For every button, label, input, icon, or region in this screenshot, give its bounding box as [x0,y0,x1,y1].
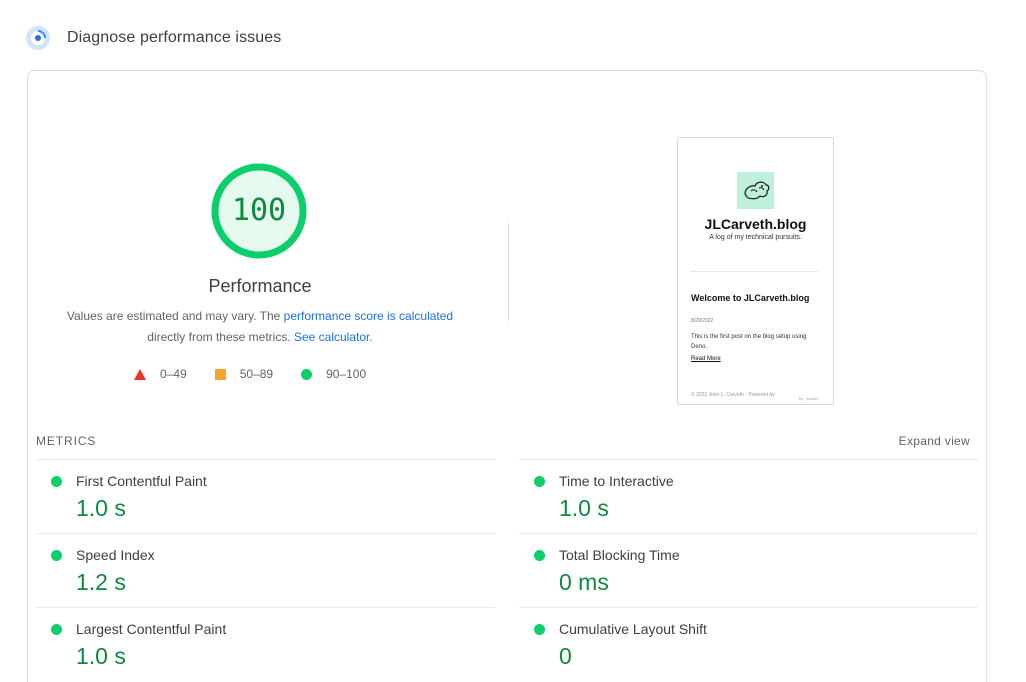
screenshot-footer-right: fly · sunum [799,396,819,401]
page-screenshot[interactable]: JLCarveth.blog A log of my technical pur… [677,137,834,405]
metric-total-blocking-time: Total Blocking Time 0 ms [519,533,978,607]
pass-circle-icon [534,476,545,487]
metric-value: 0 ms [559,569,609,595]
site-logo-icon [737,172,774,209]
score-description: Values are estimated and may vary. The p… [52,306,468,348]
metric-largest-contentful-paint: Largest Contentful Paint 1.0 s [36,607,495,681]
metrics-column-right: Time to Interactive 1.0 s Total Blocking… [519,459,978,681]
gauge-label: Performance [208,276,312,296]
metric-value: 1.0 s [559,495,609,521]
description-text: . [369,330,373,344]
metrics-heading: METRICS [36,434,97,448]
legend-range: 90–100 [326,367,367,381]
performance-score: 100 [231,193,287,228]
vertical-divider [508,223,509,321]
screenshot-footer: © 2022 John L. Carveth · Powered by [691,392,775,398]
pass-circle-icon [51,476,62,487]
pass-circle-icon [51,624,62,635]
description-text: Values are estimated and may vary. The [66,309,284,323]
description-text: directly from these metrics. [147,330,294,344]
metric-time-to-interactive: Time to Interactive 1.0 s [519,459,978,533]
legend-item-average: 50–89 [214,367,274,381]
metric-name: Cumulative Layout Shift [559,621,707,637]
metric-speed-index: Speed Index 1.2 s [36,533,495,607]
screenshot-post-title: Welcome to JLCarveth.blog [691,293,810,303]
score-legend: 0–49 50–89 90–100 [134,367,394,381]
expand-view-button[interactable]: Expand view [899,434,970,448]
screenshot-post-excerpt: This is the first post on the blog setup… [691,334,807,350]
metric-name: Largest Contentful Paint [76,621,227,637]
pass-circle-icon [534,624,545,635]
report-card: 100 Performance Values are estimated and… [27,70,987,682]
legend-range: 0–49 [160,367,187,381]
performance-gauge: 100 [211,163,307,259]
section-title: Diagnose performance issues [67,29,282,46]
metric-value: 0 [559,643,572,669]
performance-score-link[interactable]: performance score is calculated [284,309,453,323]
red-triangle-icon [134,368,146,380]
screenshot-divider [690,271,818,272]
orange-square-icon [214,368,226,380]
metric-name: Total Blocking Time [559,547,680,563]
metric-name: Speed Index [76,547,155,563]
metric-value: 1.2 s [76,569,126,595]
green-circle-icon [301,368,313,380]
pass-circle-icon [534,550,545,561]
legend-item-fail: 0–49 [134,367,187,381]
metric-cumulative-layout-shift: Cumulative Layout Shift 0 [519,607,978,681]
metric-value: 1.0 s [76,643,126,669]
metrics-column-left: First Contentful Paint 1.0 s Speed Index… [36,459,495,681]
metric-first-contentful-paint: First Contentful Paint 1.0 s [36,459,495,533]
screenshot-read-more: Read More [691,356,721,362]
screenshot-tagline: A log of my technical pursuits. [709,234,802,241]
lighthouse-gauge-icon [26,26,50,50]
see-calculator-link[interactable]: See calculator [294,330,369,344]
legend-item-pass: 90–100 [301,367,366,381]
legend-range: 50–89 [239,367,274,381]
screenshot-site-title: JLCarveth.blog [704,216,807,232]
metric-name: First Contentful Paint [76,473,207,489]
metric-value: 1.0 s [76,495,126,521]
screenshot-post-date: 8/29/2022 [691,318,714,324]
metric-name: Time to Interactive [559,473,674,489]
section-header: Diagnose performance issues [26,26,281,50]
pass-circle-icon [51,550,62,561]
